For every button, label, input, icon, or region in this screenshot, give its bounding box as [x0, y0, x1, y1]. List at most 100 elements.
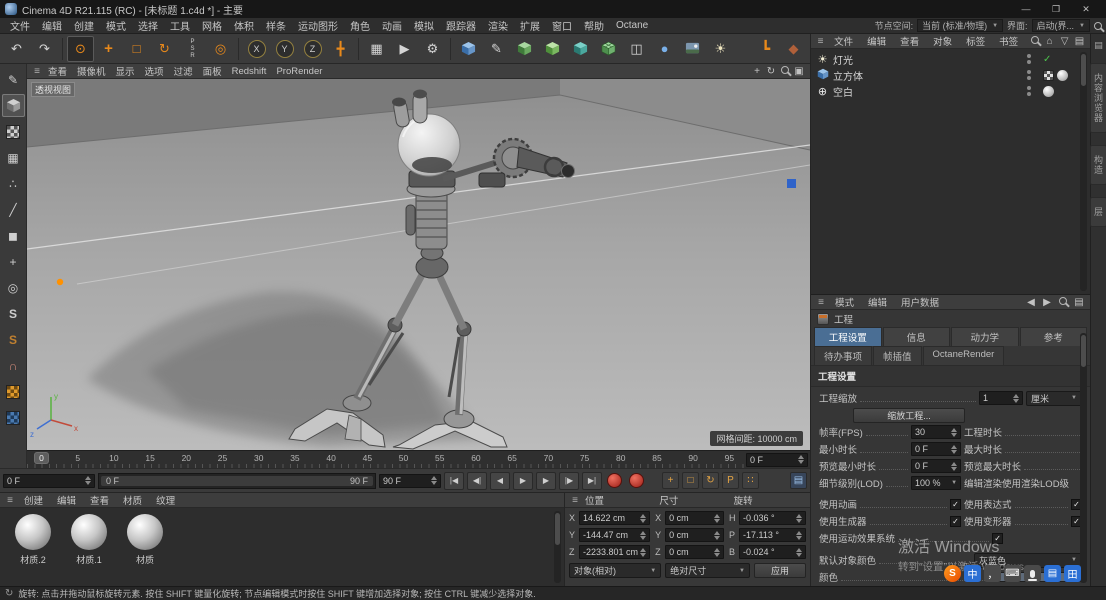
maximize-button[interactable]: ❒ — [1041, 0, 1071, 18]
tab-structure[interactable]: 构造 — [1090, 145, 1106, 185]
undo-icon[interactable]: ↶ — [3, 36, 30, 62]
menu-tools[interactable]: 工具 — [164, 17, 196, 34]
am-menu-mode[interactable]: 模式 — [829, 295, 860, 310]
om-menu-objects[interactable]: 对象 — [927, 33, 958, 49]
mat-menu-view[interactable]: 查看 — [84, 492, 115, 508]
paint-tool-icon[interactable]: ◆ — [780, 36, 807, 62]
om-home-icon[interactable]: ⌂ — [1043, 36, 1056, 47]
key-position-icon[interactable]: + — [662, 472, 679, 489]
panel-menu-icon[interactable]: ≡ — [31, 66, 43, 77]
perspective-viewport[interactable]: y x z 透视视图 网格间距: 10000 cm — [27, 79, 810, 450]
lod-field[interactable]: 100 % ▼ — [911, 476, 962, 490]
menu-extensions[interactable]: 扩展 — [514, 17, 546, 34]
menu-octane[interactable]: Octane — [610, 19, 654, 32]
timeline-ruler[interactable]: 0 5 10 15 20 25 30 35 40 45 50 55 60 65 … — [27, 450, 810, 468]
size-x-field[interactable]: 0 cm — [665, 511, 724, 525]
object-name[interactable]: 灯光 — [833, 52, 853, 67]
menu-animate[interactable]: 动画 — [376, 17, 408, 34]
previous-frame-button[interactable]: ◀ — [490, 471, 510, 490]
position-x-field[interactable]: 14.622 cm — [579, 511, 651, 525]
menu-file[interactable]: 文件 — [4, 17, 36, 34]
ruler-ticks[interactable]: 0 5 10 15 20 25 30 35 40 45 50 55 60 65 … — [27, 451, 746, 468]
position-y-field[interactable]: -144.47 cm — [579, 528, 651, 542]
coord-mode-select[interactable]: 对象(相对) ▼ — [569, 563, 662, 578]
menu-edit[interactable]: 编辑 — [36, 17, 68, 34]
sogou-icon[interactable]: S — [944, 565, 961, 582]
apply-button[interactable]: 应用 — [753, 563, 806, 578]
panel-menu-icon[interactable]: ≡ — [4, 495, 16, 506]
live-selection-tool-icon[interactable]: ⊙ — [67, 35, 94, 62]
material-tag-icon[interactable] — [1057, 69, 1068, 81]
toolbox-icon[interactable]: ▤ — [1044, 565, 1061, 582]
size-z-field[interactable]: 0 cm — [665, 545, 724, 559]
vp-menu-redshift[interactable]: Redshift — [227, 66, 272, 77]
mat-menu-material[interactable]: 材质 — [117, 492, 148, 508]
render-picture-viewer-icon[interactable]: ▶ — [391, 36, 418, 62]
deformer-icon[interactable] — [595, 36, 622, 62]
next-frame-button[interactable]: ▶ — [536, 471, 556, 490]
search-icon[interactable] — [1094, 21, 1102, 30]
menu-select[interactable]: 选择 — [132, 17, 164, 34]
fps-field[interactable]: 30 — [911, 425, 962, 439]
om-menu-file[interactable]: 文件 — [828, 33, 859, 49]
spinner[interactable] — [85, 476, 91, 485]
history-back-icon[interactable]: ◀ — [1024, 297, 1038, 308]
rotation-b-field[interactable]: -0.024 ° — [738, 545, 806, 559]
polygon-handle[interactable] — [787, 179, 796, 188]
move-tool-icon[interactable]: + — [95, 36, 122, 62]
model-mode-icon[interactable] — [1, 94, 25, 117]
subdivision-surface-icon[interactable] — [511, 36, 538, 62]
om-menu-tags[interactable]: 标签 — [960, 33, 991, 49]
mat-menu-edit[interactable]: 编辑 — [51, 492, 82, 508]
close-button[interactable]: ✕ — [1071, 0, 1101, 18]
generator-icon[interactable] — [539, 36, 566, 62]
panel-menu-icon[interactable]: ≡ — [815, 36, 826, 47]
om-menu-view[interactable]: 查看 — [894, 33, 925, 49]
material-tag-icon[interactable] — [1043, 85, 1054, 97]
viewport-zoom-icon[interactable] — [778, 65, 792, 77]
light-object-dot[interactable] — [56, 278, 64, 286]
planar-workplane-icon[interactable] — [2, 406, 25, 429]
rotation-h-field[interactable]: -0.036 ° — [738, 511, 806, 525]
node-space-select[interactable]: 当前 (标准/物理) ▼ — [917, 19, 1004, 32]
viewport-orbit-icon[interactable]: ↻ — [764, 66, 778, 77]
project-scale-field[interactable]: 1 — [979, 391, 1023, 405]
material-name[interactable]: 材质 — [136, 553, 154, 566]
tab-keyframe-interp[interactable]: 帧插值 — [873, 346, 922, 365]
material-item[interactable]: 材质.2 — [10, 514, 56, 584]
om-filter-icon[interactable]: ▽ — [1058, 36, 1071, 47]
visibility-dots[interactable] — [1027, 54, 1031, 64]
workplane-mode-icon[interactable]: ▦ — [2, 146, 25, 169]
object-name[interactable]: 立方体 — [833, 68, 863, 83]
workplane-axis-icon[interactable]: ┗ — [752, 36, 779, 62]
am-panel-icon[interactable]: ▤ — [1072, 297, 1086, 308]
spline-pen-icon[interactable]: ✎ — [483, 36, 510, 62]
tab-todo[interactable]: 待办事项 — [814, 346, 873, 365]
tab-project-settings[interactable]: 工程设置 — [814, 327, 882, 346]
material-preview[interactable] — [15, 514, 51, 550]
spinner[interactable] — [431, 476, 437, 485]
timeline-window-icon[interactable]: ▤ — [790, 472, 807, 489]
texture-tag-icon[interactable] — [1043, 69, 1054, 81]
lock-z-axis-icon[interactable]: Z — [299, 36, 326, 62]
punctuation-icon[interactable]: ， — [984, 565, 1001, 582]
menu-window[interactable]: 窗口 — [546, 17, 578, 34]
menu-tracker[interactable]: 跟踪器 — [440, 17, 482, 34]
frame-field[interactable]: 0 F — [746, 452, 808, 467]
tab-octane-render[interactable]: OctaneRender — [922, 346, 1005, 365]
min-time-field[interactable]: 0 F — [911, 442, 962, 456]
vp-menu-panel[interactable]: 面板 — [198, 64, 227, 78]
render-settings-icon[interactable]: ⚙ — [419, 36, 446, 62]
om-panel-icon[interactable]: ▤ — [1073, 36, 1086, 47]
am-menu-edit[interactable]: 编辑 — [862, 295, 893, 310]
am-search-icon[interactable] — [1056, 296, 1070, 308]
scrollbar[interactable] — [1080, 333, 1087, 583]
object-name[interactable]: 空白 — [833, 84, 853, 99]
quantize-snap-icon[interactable]: S — [2, 328, 25, 351]
spinner[interactable] — [798, 455, 804, 464]
preview-min-field[interactable]: 0 F — [911, 459, 962, 473]
mograph-cloner-icon[interactable] — [567, 36, 594, 62]
vp-menu-display[interactable]: 显示 — [111, 64, 140, 78]
autokey-button[interactable] — [629, 473, 644, 488]
vp-menu-prorender[interactable]: ProRender — [271, 66, 327, 77]
